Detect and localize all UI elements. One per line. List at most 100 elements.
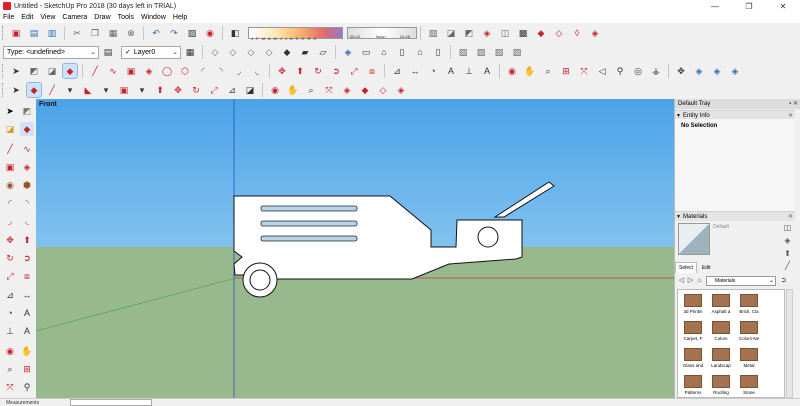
display-secondary-pane-icon[interactable]: ◫: [783, 223, 792, 232]
zoom-extents-icon[interactable]: ⤧: [3, 380, 17, 394]
menu-view[interactable]: View: [40, 14, 55, 21]
eyedropper-icon[interactable]: ╱: [783, 261, 792, 270]
look-around-icon[interactable]: ◎: [631, 64, 645, 78]
zoom-icon[interactable]: ⌕: [3, 362, 17, 376]
shape-tool-icon[interactable]: ◣: [81, 83, 95, 97]
rectangle-icon[interactable]: ▣: [3, 160, 17, 174]
xray-style-icon[interactable]: ◇: [208, 45, 222, 59]
measurements-input[interactable]: [70, 399, 152, 406]
close-icon[interactable]: ✕: [788, 212, 793, 222]
add-location-icon[interactable]: ◩: [462, 26, 476, 40]
sandbox-smoove-icon[interactable]: ◈: [588, 26, 602, 40]
offset-icon[interactable]: ⧈: [20, 269, 34, 283]
select-icon[interactable]: ➤: [3, 104, 17, 118]
paste-icon[interactable]: ▦: [106, 26, 120, 40]
two-point-arc-icon[interactable]: ◝: [214, 64, 228, 78]
cut-icon[interactable]: ✂: [70, 26, 84, 40]
dimension-icon[interactable]: ↔: [20, 288, 34, 302]
follow-me-icon[interactable]: ➲: [20, 251, 34, 265]
rotated-rectangle-icon[interactable]: ◈: [142, 64, 156, 78]
push-pull-small-icon[interactable]: ⬆: [153, 83, 167, 97]
push-pull-icon[interactable]: ⬆: [293, 64, 307, 78]
3d-text-icon[interactable]: A: [20, 324, 34, 338]
home-icon[interactable]: ⌂: [695, 276, 704, 285]
rotate-icon[interactable]: ↻: [3, 251, 17, 265]
position-camera-icon[interactable]: ⚲: [20, 380, 34, 394]
section-plane-icon[interactable]: ▨: [456, 45, 470, 59]
toolbar-grip[interactable]: [2, 82, 5, 97]
3d-warehouse-icon[interactable]: ◈: [480, 26, 494, 40]
rectangle-dropdown-icon[interactable]: ▾: [135, 83, 149, 97]
shadows-toggle-icon[interactable]: ◧: [228, 26, 242, 40]
three-point-arc-icon[interactable]: ◞: [232, 64, 246, 78]
close-button[interactable]: ✕: [766, 0, 800, 12]
material-item[interactable]: Patterns: [680, 373, 706, 397]
polygon-icon[interactable]: ⬢: [20, 178, 34, 192]
zoom-window-icon[interactable]: ⊞: [20, 362, 34, 376]
print-icon[interactable]: ▨: [185, 26, 199, 40]
arc-icon[interactable]: ◜: [3, 196, 17, 210]
layer-dropdown[interactable]: ✓ Layer0 ⌄: [121, 45, 181, 59]
copy-icon[interactable]: ❐: [88, 26, 102, 40]
component-icon[interactable]: ◩: [20, 104, 34, 118]
eraser-tool-icon[interactable]: ◆: [62, 62, 78, 79]
scale-icon[interactable]: ⤢: [3, 269, 17, 283]
orbit-tool-icon[interactable]: ◉: [505, 64, 519, 78]
scale-tool-icon[interactable]: ⤢: [347, 64, 361, 78]
materials-scrollbar[interactable]: [786, 289, 793, 398]
select-arrow-icon[interactable]: ➤: [9, 83, 23, 97]
tape-small-icon[interactable]: ⊿: [225, 83, 239, 97]
tray-controls[interactable]: ▪ ✕: [789, 99, 798, 109]
front-view-icon[interactable]: ⌂: [377, 45, 391, 59]
freehand-tool-icon[interactable]: ∿: [106, 64, 120, 78]
two-point-arc-icon[interactable]: ◝: [20, 196, 34, 210]
tab-edit[interactable]: Edit: [699, 263, 714, 273]
zoom-small-icon[interactable]: ⌕: [304, 83, 318, 97]
model-location-icon[interactable]: ▧: [426, 26, 440, 40]
three-point-arc-icon[interactable]: ◞: [3, 214, 17, 228]
material-item[interactable]: Colors-Ne: [736, 319, 762, 345]
material-item[interactable]: Carpet, F: [680, 319, 706, 345]
move-tool-icon[interactable]: ✥: [275, 64, 289, 78]
arc-tool-icon[interactable]: ◜: [196, 64, 210, 78]
right-view-icon[interactable]: ▯: [395, 45, 409, 59]
toolbar-grip[interactable]: [2, 63, 5, 78]
materials-library-dropdown[interactable]: Materials ⌄: [706, 275, 776, 286]
offset-tool-icon[interactable]: ⧈: [365, 64, 379, 78]
material-item[interactable]: Colors: [708, 319, 734, 345]
move-small-icon[interactable]: ✥: [171, 83, 185, 97]
warehouse-small-icon[interactable]: ◈: [340, 83, 354, 97]
make-component-icon[interactable]: ◩: [27, 64, 41, 78]
back-icon[interactable]: ◁: [677, 276, 686, 285]
tape-measure-icon[interactable]: ⊿: [3, 288, 17, 302]
pencil-dropdown-icon[interactable]: ▾: [63, 83, 77, 97]
material-item[interactable]: Brick, Cla: [736, 292, 762, 318]
polygon-tool-icon[interactable]: ⬡: [178, 64, 192, 78]
section-fill-icon[interactable]: ▨: [510, 45, 524, 59]
shadow-date-slider[interactable]: J F M A M J J A S O N D: [248, 27, 343, 41]
zoom-tool-icon[interactable]: ⌕: [541, 64, 555, 78]
zoom-window-icon[interactable]: ⊞: [559, 64, 573, 78]
model-info-icon[interactable]: ◉: [203, 26, 217, 40]
section-cuts-icon[interactable]: ▨: [492, 45, 506, 59]
3d-text-icon[interactable]: A: [480, 64, 494, 78]
select-tool-icon[interactable]: ➤: [9, 64, 23, 78]
maximize-button[interactable]: ❐: [732, 0, 766, 12]
sandbox-icon[interactable]: ◆: [534, 26, 548, 40]
undo-icon[interactable]: ↶: [149, 26, 163, 40]
wireframe-style-icon[interactable]: ◇: [244, 45, 258, 59]
iso-view-icon[interactable]: ◈: [341, 45, 355, 59]
shape-dropdown-icon[interactable]: ▾: [99, 83, 113, 97]
paint-icon[interactable]: ◪: [3, 122, 17, 136]
extension-warehouse-icon[interactable]: ▩: [516, 26, 530, 40]
line-icon[interactable]: ╱: [3, 142, 17, 156]
open-file-icon[interactable]: ▤: [27, 26, 41, 40]
protractor-icon[interactable]: ◔: [426, 64, 440, 78]
previous-view-icon[interactable]: ◁: [595, 64, 609, 78]
layout-send-icon[interactable]: ◈: [394, 83, 408, 97]
solid-union-icon[interactable]: ◈: [728, 64, 742, 78]
paint-bucket-icon[interactable]: ◪: [45, 64, 59, 78]
eraser-icon[interactable]: ◆: [20, 122, 34, 136]
model-drawing[interactable]: [36, 99, 674, 398]
text-tool-icon[interactable]: A: [444, 64, 458, 78]
